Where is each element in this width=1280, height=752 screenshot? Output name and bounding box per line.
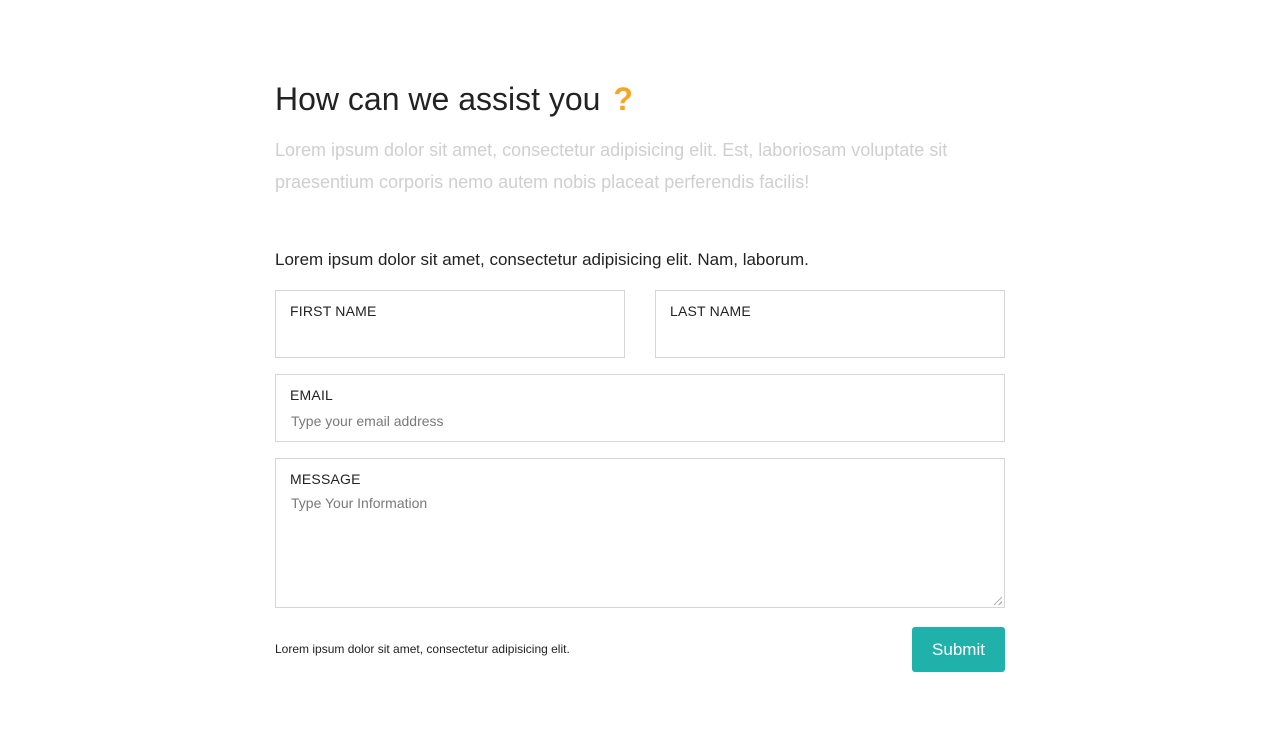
- message-textarea[interactable]: [291, 495, 991, 595]
- form-lead-text: Lorem ipsum dolor sit amet, consectetur …: [275, 250, 809, 269]
- form-footnote: Lorem ipsum dolor sit amet, consectetur …: [275, 642, 570, 656]
- last-name-label: LAST NAME: [670, 303, 751, 319]
- message-label: MESSAGE: [290, 471, 361, 487]
- first-name-input[interactable]: [291, 327, 611, 347]
- email-input[interactable]: [291, 411, 991, 431]
- email-label: EMAIL: [290, 387, 334, 403]
- message-field[interactable]: MESSAGE: [275, 458, 1005, 608]
- title-question-mark: ?: [613, 81, 633, 117]
- resize-grip-icon[interactable]: [994, 597, 1002, 605]
- page-title-text: How can we assist you: [275, 81, 601, 117]
- page-title: How can we assist you ?: [275, 80, 633, 118]
- intro-text: Lorem ipsum dolor sit amet, consectetur …: [275, 140, 948, 192]
- last-name-field[interactable]: LAST NAME: [655, 290, 1005, 358]
- first-name-field[interactable]: FIRST NAME: [275, 290, 625, 358]
- last-name-input[interactable]: [671, 327, 991, 347]
- email-field[interactable]: EMAIL: [275, 374, 1005, 442]
- submit-button[interactable]: Submit: [912, 627, 1005, 672]
- first-name-label: FIRST NAME: [290, 303, 377, 319]
